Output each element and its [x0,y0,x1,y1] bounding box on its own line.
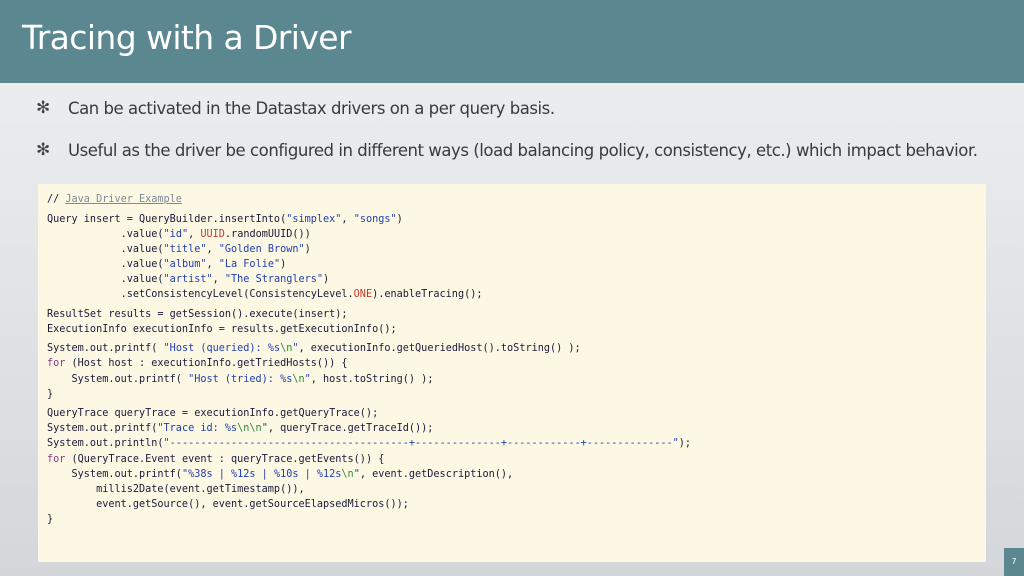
code-line: .value("album", "La Folie") [47,258,287,270]
bullet-item: ✻ Can be activated in the Datastax drive… [36,98,996,141]
asterisk-bullet-icon: ✻ [36,98,50,118]
code-line: .value("artist", "The Stranglers") [47,273,330,285]
code-line: Query insert = QueryBuilder.insertInto("… [47,213,403,225]
bullet-list: ✻ Can be activated in the Datastax drive… [36,98,996,183]
code-line: millis2Date(event.getTimestamp()), [47,483,305,495]
slide-header: Tracing with a Driver [0,0,1024,83]
code-listing: // Java Driver Example Query insert = Que… [47,192,691,527]
bullet-text: Can be activated in the Datastax drivers… [68,99,555,118]
bullet-item: ✻ Useful as the driver be configured in … [36,140,996,183]
code-line: event.getSource(), event.getSourceElapse… [47,498,409,510]
code-line: for (QueryTrace.Event event : queryTrace… [47,453,385,465]
code-line: } [47,513,54,525]
code-line: for (Host host : executionInfo.getTriedH… [47,358,348,370]
code-line: .value("id", UUID.randomUUID()) [47,228,311,240]
code-line: System.out.printf("Trace id: %s\n\n", qu… [47,423,434,435]
code-line: .setConsistencyLevel(ConsistencyLevel.ON… [47,289,483,301]
code-block: // Java Driver Example Query insert = Que… [38,184,986,562]
code-line: ResultSet results = getSession().execute… [47,308,348,320]
asterisk-bullet-icon: ✻ [36,140,50,160]
code-line: System.out.printf( "Host (queried): %s\n… [47,343,581,355]
code-line: ExecutionInfo executionInfo = results.ge… [47,323,397,335]
code-line: // Java Driver Example [47,194,182,205]
code-line: System.out.println("--------------------… [47,438,692,450]
code-line: System.out.printf( "Host (tried): %s\n",… [47,373,434,385]
code-line: QueryTrace queryTrace = executionInfo.ge… [47,408,379,420]
bullet-text: Useful as the driver be configured in di… [68,141,978,160]
code-line: } [47,388,54,400]
page-number: 7 [1004,548,1024,576]
code-line: .value("title", "Golden Brown") [47,243,311,255]
code-line: System.out.printf("%38s | %12s | %10s | … [47,468,514,480]
slide-title: Tracing with a Driver [22,18,352,57]
